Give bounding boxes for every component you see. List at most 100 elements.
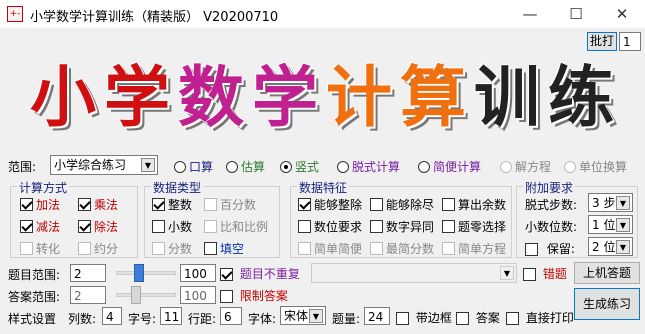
mode-label: 简便计算 — [433, 160, 482, 174]
font-select[interactable]: 宋体 ▼ — [280, 306, 326, 325]
print-item[interactable]: 直接打印 — [506, 309, 574, 326]
checkbox[interactable] — [298, 242, 311, 255]
checkbox[interactable] — [442, 198, 455, 211]
data_feature-item-3[interactable]: 数位要求 — [298, 218, 362, 235]
checkbox[interactable] — [370, 242, 383, 255]
option-select[interactable]: ▼ — [311, 263, 517, 283]
data_feature-item-6[interactable]: 简单简便 — [298, 240, 362, 257]
radio-button[interactable] — [418, 160, 430, 173]
mode-radio-4[interactable]: 简便计算 — [418, 158, 481, 175]
count-input[interactable]: 24 — [364, 307, 390, 325]
keep-checkbox[interactable] — [525, 243, 538, 256]
checkbox[interactable] — [20, 220, 33, 233]
question-max-input[interactable]: 100 — [180, 264, 216, 282]
checkbox[interactable] — [442, 220, 455, 233]
steps-select[interactable]: 3 步 ▼ — [588, 193, 633, 212]
checkbox[interactable] — [204, 220, 217, 233]
fontsize-input[interactable]: 11 — [160, 307, 182, 325]
question-range-label: 题目范围: — [8, 268, 61, 282]
data_feature-item-2[interactable]: 算出余数 — [442, 196, 506, 213]
data_feature-item-5[interactable]: 题零选择 — [442, 218, 506, 235]
mode-radio-0[interactable]: 口算 — [174, 158, 213, 175]
border-checkbox[interactable] — [396, 312, 409, 325]
answer-range-slider[interactable] — [116, 293, 176, 297]
banner-char: 学 — [104, 59, 170, 136]
data_type-item-2[interactable]: 小数 — [152, 218, 192, 235]
data_type-item-1[interactable]: 百分数 — [204, 196, 256, 213]
calc_method-item-4[interactable]: 转化 — [20, 240, 60, 257]
chevron-down-icon: ▼ — [500, 266, 514, 280]
checkbox[interactable] — [152, 220, 165, 233]
answer-max-input[interactable]: 100 — [180, 286, 216, 304]
limit-answer-checkbox[interactable] — [220, 290, 233, 303]
mode-radio-2[interactable]: 竖式 — [280, 158, 319, 175]
checkbox[interactable] — [20, 242, 33, 255]
data_type-item-3[interactable]: 比和比例 — [204, 218, 268, 235]
calc_method-item-5[interactable]: 约分 — [78, 240, 118, 257]
batch-print-button[interactable]: 批打 — [587, 32, 617, 51]
mode-radio-3[interactable]: 脱式计算 — [337, 158, 400, 175]
calc_method-item-0[interactable]: 加法 — [20, 196, 60, 213]
limit-answer-item[interactable]: 限制答案 — [220, 287, 288, 304]
mode-radio-6[interactable]: 单位换算 — [564, 158, 627, 175]
question-min-input[interactable]: 2 — [70, 264, 106, 282]
no-repeat-item[interactable]: 题目不重复 — [220, 265, 300, 282]
checkbox[interactable] — [78, 198, 91, 211]
calc_method-item-1[interactable]: 乘法 — [78, 196, 118, 213]
checkbox[interactable] — [442, 242, 455, 255]
linespace-input[interactable]: 6 — [220, 307, 242, 325]
radio-button[interactable] — [564, 160, 576, 173]
checkbox[interactable] — [152, 198, 165, 211]
range-select[interactable]: 小学综合练习 ▼ — [50, 155, 158, 175]
answer-min-input[interactable]: 2 — [70, 286, 106, 304]
online-answer-button[interactable]: 上机答题 — [574, 262, 640, 284]
radio-button[interactable] — [280, 160, 292, 173]
print-checkbox[interactable] — [506, 312, 519, 325]
calc_method-item-3[interactable]: 除法 — [78, 218, 118, 235]
checkbox[interactable] — [204, 242, 217, 255]
no-repeat-checkbox[interactable] — [220, 268, 233, 281]
data_feature-item-4[interactable]: 数字异同 — [370, 218, 434, 235]
data_feature-item-0[interactable]: 能够整除 — [298, 196, 362, 213]
keep-item[interactable]: 保留: — [525, 240, 575, 257]
radio-button[interactable] — [174, 160, 186, 173]
maximize-button[interactable]: ☐ — [553, 0, 599, 28]
data_type-item-4[interactable]: 分数 — [152, 240, 192, 257]
checkbox[interactable] — [20, 198, 33, 211]
minimize-button[interactable]: — — [507, 0, 553, 28]
checkbox[interactable] — [204, 198, 217, 211]
answer-item[interactable]: 答案 — [456, 309, 500, 326]
data_feature-item-7[interactable]: 最简分数 — [370, 240, 434, 257]
mistake-checkbox[interactable] — [523, 268, 536, 281]
checkbox[interactable] — [370, 198, 383, 211]
question-range-slider[interactable] — [116, 271, 176, 275]
columns-input[interactable]: 4 — [102, 307, 122, 325]
answer-slider-thumb[interactable] — [131, 286, 141, 304]
calc_method-item-2[interactable]: 减法 — [20, 218, 60, 235]
close-button[interactable]: ✕ — [599, 0, 645, 28]
data_type-item-5[interactable]: 填空 — [204, 240, 244, 257]
radio-button[interactable] — [500, 160, 512, 173]
checkbox[interactable] — [152, 242, 165, 255]
keep-select[interactable]: 2 位 ▼ — [588, 237, 633, 256]
checkbox[interactable] — [78, 242, 91, 255]
data_type-item-0[interactable]: 整数 — [152, 196, 192, 213]
mode-radio-1[interactable]: 估算 — [226, 158, 265, 175]
answer-checkbox[interactable] — [456, 312, 469, 325]
data_feature-item-8[interactable]: 简单方程 — [442, 240, 506, 257]
radio-button[interactable] — [337, 160, 349, 173]
checkbox[interactable] — [298, 220, 311, 233]
question-slider-thumb[interactable] — [133, 264, 144, 282]
data_feature-item-1[interactable]: 能够除尽 — [370, 196, 434, 213]
radio-button[interactable] — [226, 160, 238, 173]
generate-button[interactable]: 生成练习 — [574, 288, 640, 320]
checkbox[interactable] — [78, 220, 91, 233]
decimals-select[interactable]: 1 位 ▼ — [588, 215, 633, 234]
mistake-item[interactable]: 错题 — [523, 265, 567, 282]
batch-count-input[interactable]: 1 — [619, 32, 641, 51]
border-item[interactable]: 带边框 — [396, 309, 452, 326]
mode-radio-5[interactable]: 解方程 — [500, 158, 551, 175]
checkbox[interactable] — [370, 220, 383, 233]
mode-label: 解方程 — [515, 160, 552, 174]
checkbox[interactable] — [298, 198, 311, 211]
